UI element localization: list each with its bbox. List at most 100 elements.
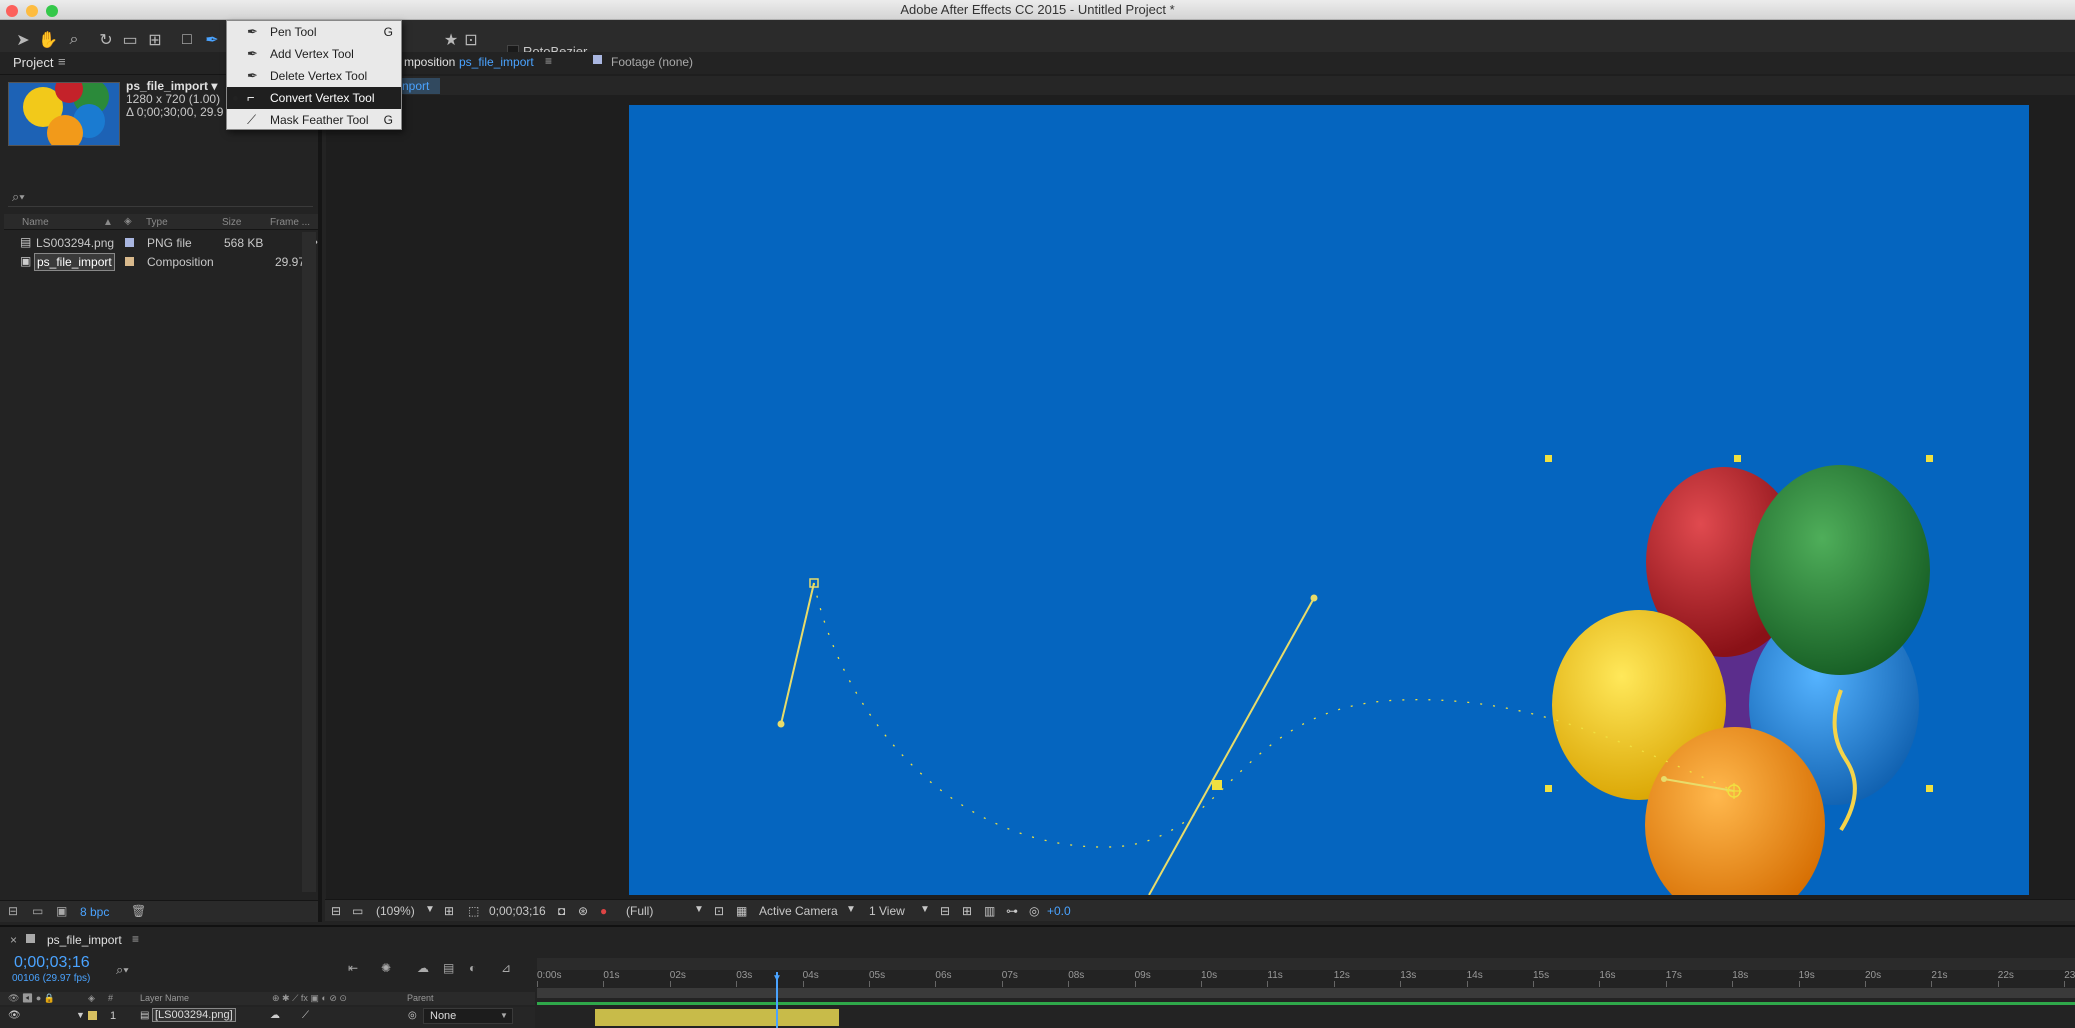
interpret-footage-icon[interactable]: ⊟ [8,904,18,918]
search-icon[interactable]: ⌕▾ [116,962,129,978]
chevron-down-icon[interactable]: ▼ [694,904,704,915]
ruler-label: 11s [1267,970,1283,981]
chevron-down-icon[interactable]: ▼ [425,904,435,915]
menu-item-label: Mask Feather Tool [270,113,369,127]
composition-tab-name[interactable]: ps_file_import [459,55,534,69]
project-scrollbar[interactable] [302,232,316,892]
label-color-swatch[interactable] [125,257,134,266]
pick-whip-icon[interactable]: ◎ [408,1010,417,1021]
project-thumbnail [8,82,120,146]
playhead-icon[interactable]: ▼ [772,973,782,984]
column-size[interactable]: Size [222,217,241,228]
fast-previews-icon[interactable]: ⊞ [962,904,972,918]
trash-icon[interactable]: 🗑 [131,904,146,918]
roto-brush-tool-icon[interactable]: ⊡ [460,29,482,51]
project-row-footage[interactable]: ▤ LS003294.png PNG file 568 KB ⊶ [4,233,318,252]
time-ruler[interactable]: 0:00s 01s 02s 03s 04s 05s 06s 07s 08s 09s 10s 11s 12… [537,966,2075,987]
menu-item-add-vertex-tool[interactable]: ✒ Add Vertex Tool [227,43,401,65]
flowchart-icon[interactable]: ⊶ [1006,904,1018,918]
ruler-label: 0:00s [537,970,562,981]
ruler-tick [603,981,605,987]
column-type[interactable]: Type [146,217,168,228]
ruler-label: 15s [1533,970,1550,981]
ruler-tick [537,981,538,987]
layer-duration-bar[interactable] [595,1009,839,1026]
title-action-safe-icon[interactable]: ⊞ [444,904,454,918]
composition-mini-flowchart-icon[interactable]: ⇤ [348,961,358,975]
rotation-tool-icon[interactable]: ↻ [95,29,117,51]
label-color-swatch[interactable] [88,1011,97,1020]
menu-item-convert-vertex-tool[interactable]: ⌐ Convert Vertex Tool [227,87,401,109]
draft-3d-icon[interactable]: ✺ [381,961,391,975]
chevron-down-icon[interactable]: ▼ [920,904,930,915]
frame-blending-icon[interactable]: ▤ [443,961,454,975]
camera-view-dropdown[interactable]: Active Camera [759,904,838,918]
exposure-value[interactable]: +0.0 [1047,904,1071,918]
view-layout-dropdown[interactable]: 1 View [869,904,905,918]
new-folder-icon[interactable]: ▭ [32,904,43,918]
column-parent[interactable]: Parent [407,993,434,1003]
expand-layer-icon[interactable]: ▼ [76,1010,85,1020]
composition-viewer[interactable] [629,105,2029,895]
timeline-icon[interactable]: ▥ [984,904,995,918]
column-frame-rate[interactable]: Frame ... [270,217,310,228]
project-panel-menu-icon[interactable]: ≡ [58,54,66,69]
composition-panel-menu-icon[interactable]: ≡ [545,54,552,68]
timeline-current-time[interactable]: 0;00;03;16 [14,954,90,972]
visibility-eye-icon[interactable]: 👁 [8,1010,21,1021]
minimize-window-button[interactable] [26,5,38,17]
snapshot-camera-icon[interactable]: ◘ [558,904,565,918]
layer-name[interactable]: [LS003294.png] [152,1008,236,1022]
quality-switch-icon[interactable]: ⟋ [302,1010,309,1021]
magnification-ratio[interactable]: (109%) [376,904,415,918]
pen-icon: ✒ [247,24,258,39]
resolution-dropdown[interactable]: (Full) [626,904,653,918]
project-search-input[interactable]: ⌕▾ [8,187,313,207]
hand-tool-icon[interactable]: ✋ [37,29,59,51]
composition-tab-prefix[interactable]: mposition [404,55,455,69]
ruler-tick [869,981,870,987]
shy-switch-icon[interactable]: ☁ [270,1010,280,1021]
transparency-grid-icon[interactable]: ▦ [736,904,747,918]
timeline-tab[interactable]: ps_file_import [47,933,122,947]
camera-tool-icon[interactable]: ▭ [119,29,141,51]
menu-item-pen-tool[interactable]: ✒ Pen Tool G [227,21,401,43]
toggle-pixel-aspect-icon[interactable]: ⊟ [940,904,950,918]
ruler-tick [736,981,738,987]
channel-rgb-icon[interactable]: ● [600,904,607,918]
region-of-interest-icon[interactable]: ⊡ [714,904,724,918]
menu-item-label: Pen Tool [270,25,317,39]
close-tab-icon[interactable]: × [10,933,17,947]
timeline-menu-icon[interactable]: ≡ [132,932,139,946]
new-composition-icon[interactable]: ▣ [56,904,67,918]
graph-editor-icon[interactable]: ⊿ [501,961,511,975]
parent-dropdown[interactable]: None ▼ [423,1008,513,1024]
selection-tool-icon[interactable]: ➤ [12,29,34,51]
always-preview-icon[interactable]: ⊟ [331,904,341,918]
shy-layers-icon[interactable]: ☁ [417,961,429,975]
shape-tool-icon[interactable]: □ [176,29,198,51]
footage-tab[interactable]: Footage (none) [611,55,693,69]
menu-item-mask-feather-tool[interactable]: ⟋ Mask Feather Tool G [227,109,401,131]
show-snapshot-icon[interactable]: ⊛ [578,904,588,918]
pen-tool-icon[interactable]: ✒ [201,29,223,51]
monitor-icon[interactable]: ▭ [352,904,363,918]
close-window-button[interactable] [6,5,18,17]
project-row-composition[interactable]: ▣ ps_file_import Composition 29.97 [4,252,305,271]
zoom-window-button[interactable] [46,5,58,17]
motion-blur-icon[interactable]: ◐ [469,961,476,975]
exposure-reset-icon[interactable]: ◎ [1029,904,1039,918]
mask-visibility-icon[interactable]: ⬚ [468,904,479,918]
column-name[interactable]: Name [22,217,49,228]
puppet-pin-tool-icon[interactable]: ★ [440,29,462,51]
pan-behind-tool-icon[interactable]: ⊞ [144,29,166,51]
chevron-down-icon[interactable]: ▼ [846,904,856,915]
project-tab[interactable]: Project [13,55,53,70]
zoom-tool-icon[interactable]: ⌕ [63,29,85,51]
menu-item-delete-vertex-tool[interactable]: ✒ Delete Vertex Tool [227,65,401,87]
column-layer-name[interactable]: Layer Name [140,993,189,1003]
composition-icon: ▣ [20,254,32,268]
current-time-display[interactable]: 0;00;03;16 [489,904,546,918]
bit-depth-button[interactable]: 8 bpc [80,905,109,919]
label-color-swatch[interactable] [125,238,134,247]
